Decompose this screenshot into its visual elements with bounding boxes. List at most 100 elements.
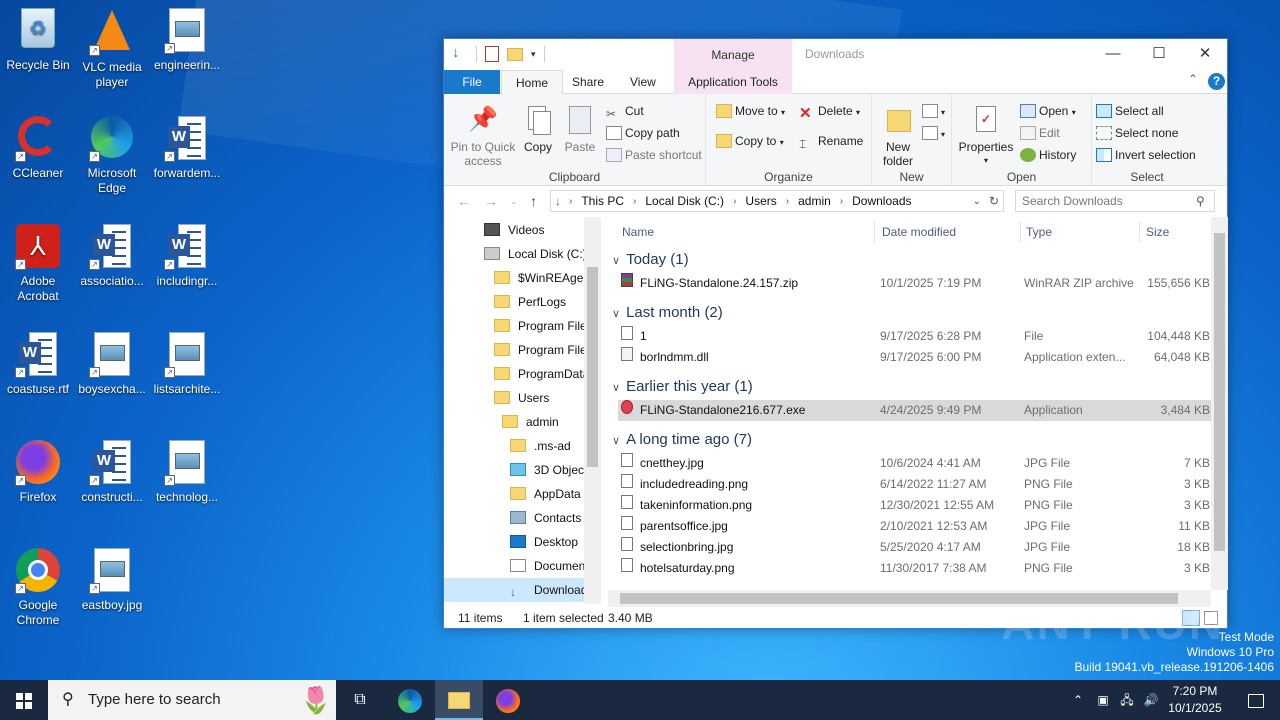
file-row[interactable]: selectionbring.jpg 5/25/2020 4:17 AM JPG F…: [618, 537, 1211, 558]
select-none-button[interactable]: Select none: [1096, 126, 1178, 140]
customize-quick-access-icon[interactable]: ▾: [531, 49, 536, 60]
address-bar[interactable]: ↓ › This PC › Local Disk (C:) › Users › adm…: [550, 190, 1004, 212]
up-button[interactable]: ↑: [530, 193, 537, 209]
nav-scrollbar[interactable]: [584, 217, 601, 604]
file-row[interactable]: hotelsaturday.png 11/30/2017 7:38 AM PNG F…: [618, 558, 1211, 579]
tab-share[interactable]: Share: [558, 70, 618, 94]
help-icon[interactable]: ?: [1208, 73, 1225, 90]
nav-item[interactable]: PerfLogs: [444, 290, 601, 314]
show-hidden-icons[interactable]: ⌃: [1066, 680, 1090, 720]
breadcrumb-local-disk[interactable]: Local Disk (C:): [645, 194, 724, 208]
tab-application-tools[interactable]: Application Tools: [674, 70, 792, 94]
paste-button[interactable]: Paste: [560, 104, 600, 154]
desktop-icon[interactable]: ⅄ ↗ Adobe Acrobat: [0, 224, 76, 304]
nav-item[interactable]: Desktop: [444, 530, 601, 554]
group-header[interactable]: ∨ Last month (2): [612, 302, 1202, 324]
nav-item[interactable]: Users: [444, 386, 601, 410]
forward-button[interactable]: →: [484, 193, 498, 209]
desktop-icon[interactable]: W ↗ includingr...: [149, 224, 225, 289]
desktop-icon[interactable]: ↗ Microsoft Edge: [74, 116, 150, 196]
taskbar-firefox[interactable]: [484, 680, 532, 720]
nav-item[interactable]: Program Files: [444, 314, 601, 338]
tray-network-icon[interactable]: 🖧: [1116, 680, 1138, 720]
column-type[interactable]: Type: [1026, 217, 1052, 247]
new-folder-button[interactable]: New folder: [878, 104, 918, 168]
breadcrumb-this-pc[interactable]: This PC: [581, 194, 624, 208]
select-all-button[interactable]: Select all: [1096, 104, 1164, 118]
nav-item[interactable]: Contacts: [444, 506, 601, 530]
history-button[interactable]: History: [1020, 148, 1076, 162]
new-folder-quick-icon[interactable]: [507, 47, 523, 61]
group-header[interactable]: ∨ Earlier this year (1): [612, 376, 1202, 398]
tab-home[interactable]: Home: [501, 70, 564, 95]
new-item-button[interactable]: ▾: [922, 104, 945, 118]
delete-button[interactable]: ✕ Delete ▾: [799, 104, 860, 122]
desktop-icon[interactable]: ↗ boysexcha...: [74, 332, 150, 397]
desktop-icon[interactable]: ↗ engineerin...: [149, 8, 225, 73]
move-to-button[interactable]: Move to ▾: [716, 104, 785, 118]
tab-file[interactable]: File: [444, 70, 500, 94]
refresh-icon[interactable]: ↻: [989, 194, 999, 208]
paste-shortcut-button[interactable]: Paste shortcut: [606, 148, 702, 162]
breadcrumb-downloads[interactable]: Downloads: [852, 194, 911, 208]
content-scrollbar[interactable]: [1211, 217, 1228, 590]
nav-item[interactable]: Videos: [444, 218, 601, 242]
tray-device-icon[interactable]: ▣: [1092, 680, 1114, 720]
group-header[interactable]: ∨ Today (1): [612, 249, 1202, 271]
easy-access-button[interactable]: ▾: [922, 126, 945, 140]
nav-item[interactable]: Program Files: [444, 338, 601, 362]
nav-item[interactable]: $WinREAgent: [444, 266, 601, 290]
column-name[interactable]: Name: [622, 217, 654, 247]
file-row[interactable]: FLiNG-Standalone.24.157.zip 10/1/2025 7:1…: [618, 273, 1211, 294]
nav-item[interactable]: ↓ Downloads: [444, 578, 601, 602]
nav-item[interactable]: ProgramData: [444, 362, 601, 386]
rename-button[interactable]: ⌶ Rename: [799, 134, 863, 151]
file-row[interactable]: parentsoffice.jpg 2/10/2021 12:53 AM JPG F…: [618, 516, 1211, 537]
desktop-icon[interactable]: ↗ Firefox: [0, 440, 76, 505]
collapse-ribbon-icon[interactable]: ⌃: [1188, 72, 1198, 86]
properties-button[interactable]: ✓ Properties ▾: [956, 104, 1016, 168]
close-button[interactable]: ✕: [1182, 39, 1228, 70]
taskbar-file-explorer[interactable]: [435, 680, 483, 720]
notifications-button[interactable]: [1232, 680, 1280, 720]
nav-item[interactable]: admin: [444, 410, 601, 434]
desktop-icon[interactable]: ↗ CCleaner: [0, 116, 76, 181]
desktop-icon[interactable]: ♻ Recycle Bin: [0, 8, 76, 73]
taskbar-edge[interactable]: [386, 680, 434, 720]
taskbar-search[interactable]: ⚲ Type here to search 🌷: [48, 680, 336, 720]
file-row[interactable]: includedreading.png 6/14/2022 11:27 AM PNG…: [618, 474, 1211, 495]
tab-view[interactable]: View: [616, 70, 670, 94]
invert-selection-button[interactable]: Invert selection: [1096, 148, 1196, 162]
copy-path-button[interactable]: Copy path: [606, 126, 680, 140]
file-row[interactable]: cnetthey.jpg 10/6/2024 4:41 AM JPG File 7 K…: [618, 453, 1211, 474]
clock[interactable]: 7:20 PM 10/1/2025: [1162, 683, 1228, 717]
tray-volume-icon[interactable]: 🔊: [1140, 680, 1162, 720]
save-quick-access-icon[interactable]: ↓: [452, 45, 468, 62]
start-button[interactable]: [0, 680, 48, 720]
nav-item[interactable]: Local Disk (C:): [444, 242, 601, 266]
pin-quick-access-button[interactable]: 📌 Pin to Quick access: [450, 104, 516, 168]
group-header[interactable]: ∨ A long time ago (7): [612, 429, 1202, 451]
open-button[interactable]: Open ▾: [1020, 104, 1076, 118]
copy-to-button[interactable]: Copy to ▾: [716, 134, 784, 148]
desktop-icon[interactable]: ↗ eastboy.jpg: [74, 548, 150, 613]
search-input[interactable]: Search Downloads: [1015, 190, 1215, 212]
desktop-icon[interactable]: W ↗ forwardem...: [149, 116, 225, 181]
back-button[interactable]: ←: [457, 193, 471, 209]
recent-locations-icon[interactable]: ⌄: [510, 196, 518, 207]
file-row[interactable]: borlndmm.dll 9/17/2025 6:00 PM Application…: [618, 347, 1211, 368]
file-row[interactable]: takeninformation.png 12/30/2021 12:55 AM P…: [618, 495, 1211, 516]
edit-button[interactable]: Edit: [1020, 126, 1060, 140]
breadcrumb-admin[interactable]: admin: [798, 194, 831, 208]
minimize-button[interactable]: —: [1090, 39, 1136, 70]
breadcrumb-users[interactable]: Users: [745, 194, 776, 208]
desktop-icon[interactable]: ↗ technolog...: [149, 440, 225, 505]
copy-button[interactable]: Copy: [520, 104, 556, 154]
nav-item[interactable]: AppData: [444, 482, 601, 506]
maximize-button[interactable]: ☐: [1136, 39, 1182, 70]
file-row[interactable]: FLiNG-Standalone216.677.exe 4/24/2025 9:4…: [618, 400, 1211, 421]
desktop-icon[interactable]: ↗ listsarchite...: [149, 332, 225, 397]
task-view-button[interactable]: ⧉: [336, 680, 384, 720]
desktop-icon[interactable]: ↗ VLC media player: [74, 8, 150, 90]
desktop-icon[interactable]: W ↗ coastuse.rtf: [0, 332, 76, 397]
